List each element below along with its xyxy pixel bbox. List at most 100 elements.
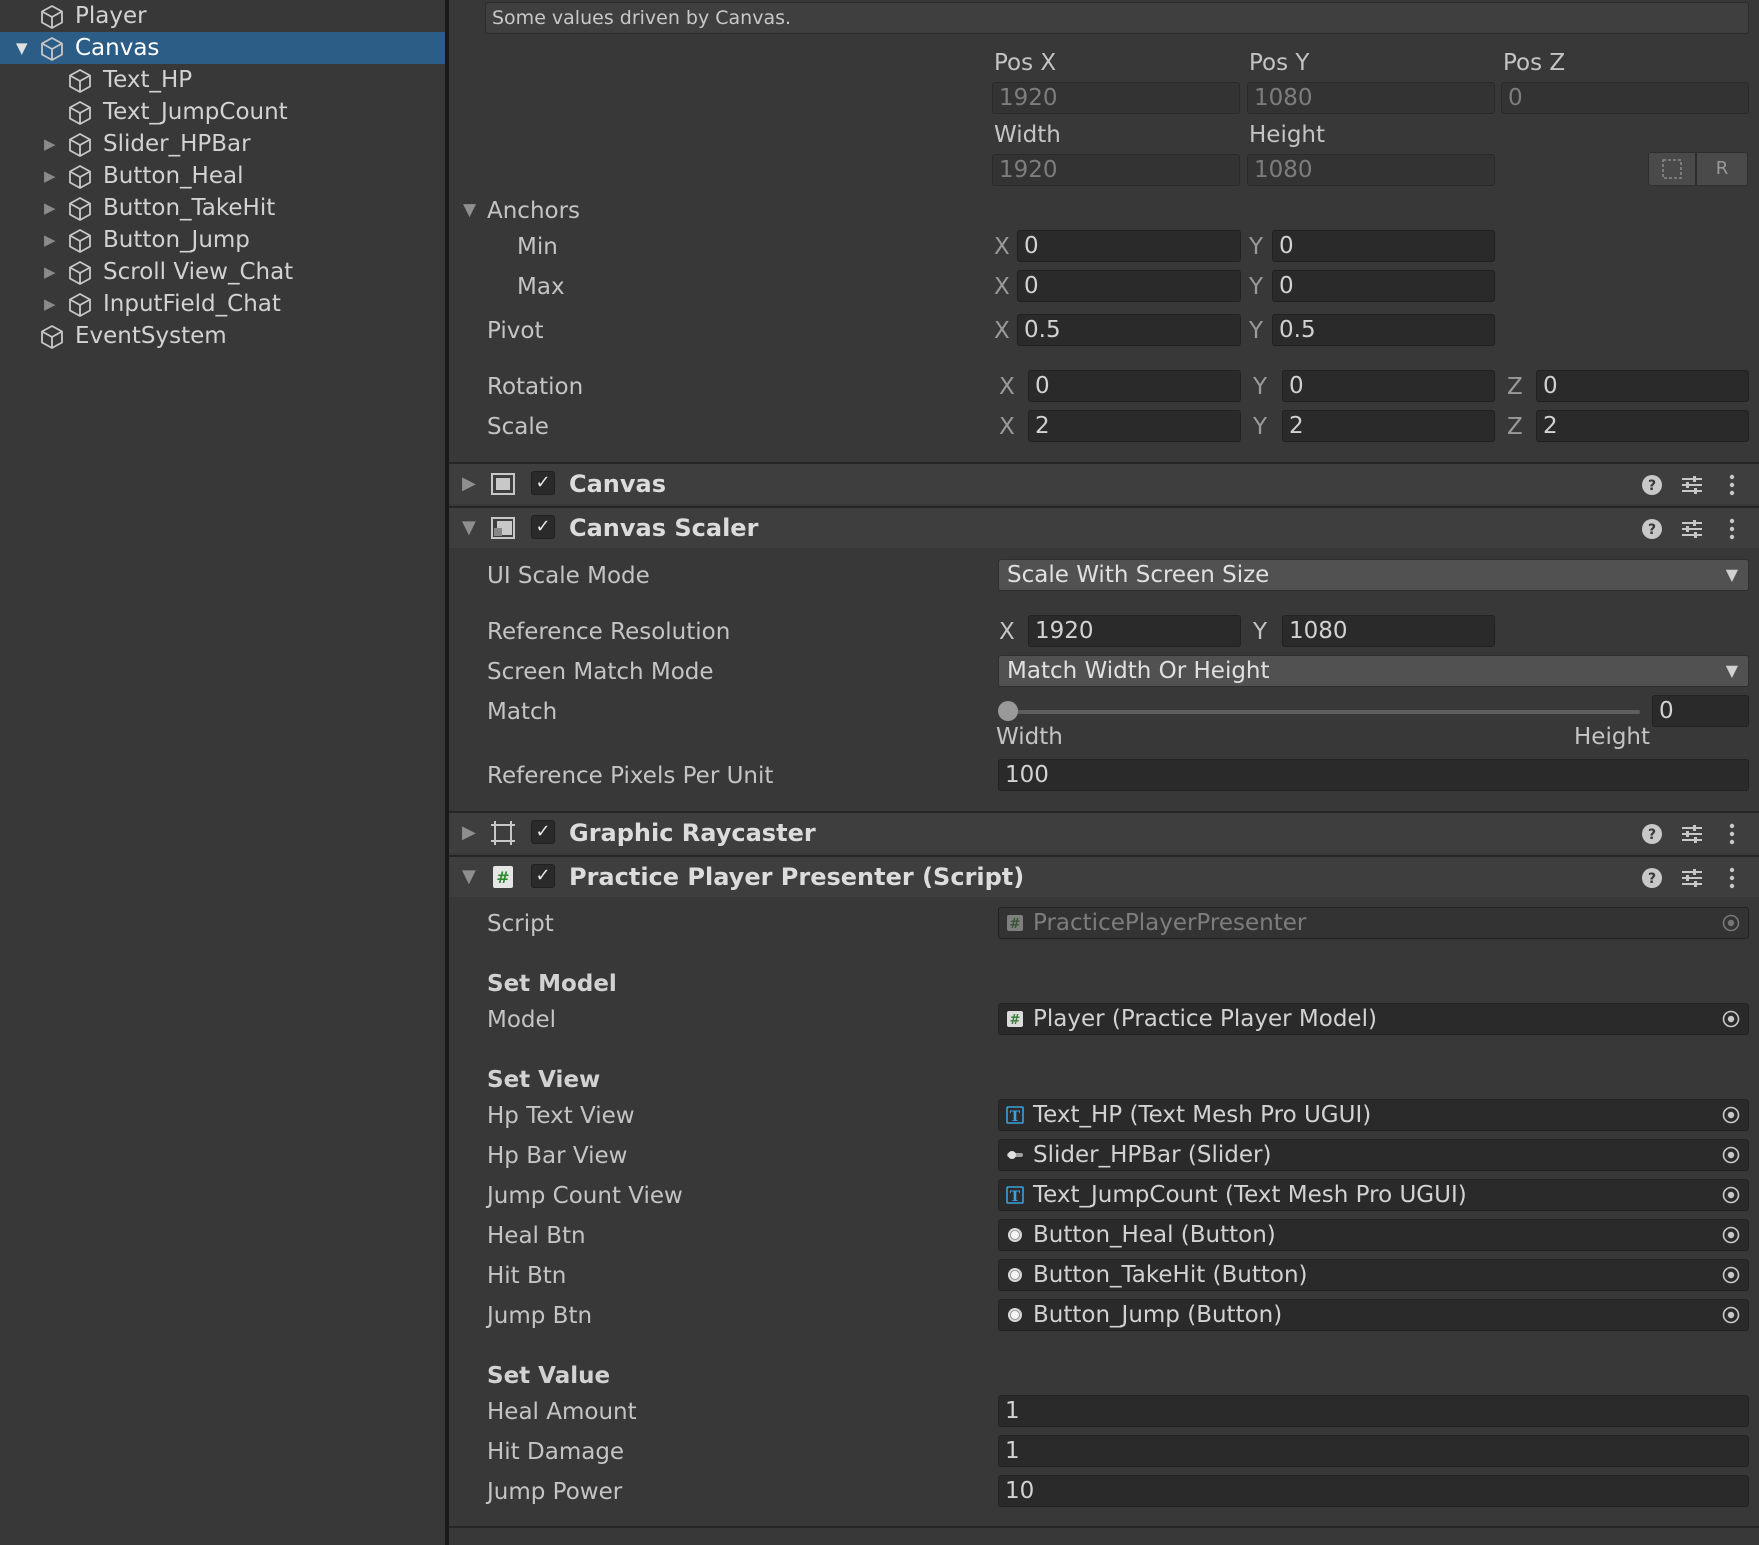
reference-ppu-label: Reference Pixels Per Unit xyxy=(487,763,774,789)
anchor-max-x-field[interactable]: 0 xyxy=(1017,270,1241,302)
jump-count-view-value: Text_JumpCount (Text Mesh Pro UGUI) xyxy=(1033,1182,1467,1208)
presets-icon[interactable] xyxy=(1679,472,1705,498)
match-slider-track[interactable] xyxy=(1008,710,1640,714)
canvas-scaler-enabled-checkbox[interactable]: ✓ xyxy=(531,515,555,539)
collapsed-arrow-icon[interactable]: ▶ xyxy=(44,166,60,186)
collapsed-arrow-icon[interactable]: ▶ xyxy=(44,230,60,250)
graphic-raycaster-header[interactable]: ▶ ✓ Graphic Raycaster xyxy=(449,811,1759,853)
object-picker-icon[interactable] xyxy=(1722,1010,1740,1028)
collapsed-arrow-icon[interactable]: ▶ xyxy=(44,262,60,282)
pivot-y-field[interactable]: 0.5 xyxy=(1272,314,1495,346)
pivot-x-axis: X xyxy=(994,318,1010,344)
match-slider-thumb[interactable] xyxy=(998,701,1018,721)
rotation-y-field[interactable]: 0 xyxy=(1282,370,1495,402)
hp-text-view-label: Hp Text View xyxy=(487,1103,635,1129)
canvas-enabled-checkbox[interactable]: ✓ xyxy=(531,471,555,495)
scale-x-field[interactable]: 2 xyxy=(1028,410,1241,442)
object-picker-icon[interactable] xyxy=(1722,1106,1740,1124)
graphic-raycaster-title: Graphic Raycaster xyxy=(569,819,816,847)
hierarchy-item[interactable]: ▶ InputField_Chat xyxy=(0,288,445,320)
context-menu-icon[interactable] xyxy=(1719,865,1745,891)
presenter-script-header[interactable]: ▼ # ✓ Practice Player Presenter (Script) xyxy=(449,855,1759,897)
help-icon[interactable] xyxy=(1639,516,1665,542)
button-component-icon xyxy=(1006,1266,1024,1284)
hierarchy-item[interactable]: Text_HP xyxy=(0,64,445,96)
collapsed-arrow-icon[interactable]: ▶ xyxy=(462,822,476,843)
help-icon[interactable] xyxy=(1639,821,1665,847)
model-field[interactable]: Player (Practice Player Model) xyxy=(998,1003,1749,1035)
pivot-x-field[interactable]: 0.5 xyxy=(1017,314,1241,346)
jump-power-field[interactable]: 10 xyxy=(998,1475,1749,1507)
presets-icon[interactable] xyxy=(1679,865,1705,891)
scale-y-field[interactable]: 2 xyxy=(1282,410,1495,442)
blueprint-mode-button[interactable] xyxy=(1648,152,1696,186)
match-value-field[interactable]: 0 xyxy=(1652,695,1749,727)
anchor-min-y-field[interactable]: 0 xyxy=(1272,230,1495,262)
object-picker-icon[interactable] xyxy=(1722,1186,1740,1204)
hit-damage-field[interactable]: 1 xyxy=(998,1435,1749,1467)
presets-icon[interactable] xyxy=(1679,821,1705,847)
heal-btn-field[interactable]: Button_Heal (Button) xyxy=(998,1219,1749,1251)
hierarchy-item[interactable]: ▼ Canvas xyxy=(0,32,445,64)
object-picker-icon[interactable] xyxy=(1722,1306,1740,1324)
hierarchy-item[interactable]: ▶ Slider_HPBar xyxy=(0,128,445,160)
gameobject-cube-icon xyxy=(66,99,94,127)
anchor-max-y-field[interactable]: 0 xyxy=(1272,270,1495,302)
presets-icon[interactable] xyxy=(1679,516,1705,542)
help-icon[interactable] xyxy=(1639,865,1665,891)
collapsed-arrow-icon[interactable]: ▶ xyxy=(462,473,476,494)
anchors-foldout-arrow[interactable]: ▼ xyxy=(463,200,476,220)
expanded-arrow-icon[interactable]: ▼ xyxy=(462,866,476,887)
collapsed-arrow-icon[interactable]: ▶ xyxy=(44,198,60,218)
hierarchy-item[interactable]: Text_JumpCount xyxy=(0,96,445,128)
raw-edit-button[interactable]: R xyxy=(1696,152,1748,186)
graphic-raycaster-enabled-checkbox[interactable]: ✓ xyxy=(531,820,555,844)
hierarchy-item[interactable]: ▶ Button_TakeHit xyxy=(0,192,445,224)
presenter-enabled-checkbox[interactable]: ✓ xyxy=(531,864,555,888)
anchors-label[interactable]: Anchors xyxy=(487,196,580,226)
hp-text-view-field[interactable]: Text_HP (Text Mesh Pro UGUI) xyxy=(998,1099,1749,1131)
hierarchy-item[interactable]: Player xyxy=(0,0,445,32)
context-menu-icon[interactable] xyxy=(1719,821,1745,847)
hit-btn-field[interactable]: Button_TakeHit (Button) xyxy=(998,1259,1749,1291)
scale-z-field[interactable]: 2 xyxy=(1536,410,1749,442)
canvas-scaler-header[interactable]: ▼ ✓ Canvas Scaler xyxy=(449,506,1759,548)
hierarchy-item[interactable]: ▶ Button_Heal xyxy=(0,160,445,192)
anchor-min-x-field[interactable]: 0 xyxy=(1017,230,1241,262)
collapsed-arrow-icon[interactable]: ▶ xyxy=(44,294,60,314)
object-picker-icon[interactable] xyxy=(1722,1226,1740,1244)
hierarchy-item-label: Scroll View_Chat xyxy=(103,259,294,285)
jump-btn-field[interactable]: Button_Jump (Button) xyxy=(998,1299,1749,1331)
hp-bar-view-field[interactable]: Slider_HPBar (Slider) xyxy=(998,1139,1749,1171)
hierarchy-item[interactable]: ▶ Button_Jump xyxy=(0,224,445,256)
object-picker-icon[interactable] xyxy=(1722,1146,1740,1164)
reference-resolution-x-field[interactable]: 1920 xyxy=(1028,615,1241,647)
context-menu-icon[interactable] xyxy=(1719,516,1745,542)
expanded-arrow-icon[interactable]: ▼ xyxy=(16,38,32,58)
help-icon[interactable] xyxy=(1639,472,1665,498)
ui-scale-mode-dropdown[interactable]: Scale With Screen Size ▼ xyxy=(998,559,1749,591)
canvas-component-header[interactable]: ▶ ✓ Canvas xyxy=(449,462,1759,504)
dropdown-arrow-icon: ▼ xyxy=(1725,565,1738,584)
reference-resolution-y-field[interactable]: 1080 xyxy=(1282,615,1495,647)
object-picker-icon[interactable] xyxy=(1722,1266,1740,1284)
rotation-z-field[interactable]: 0 xyxy=(1536,370,1749,402)
gameobject-cube-icon xyxy=(38,3,66,31)
heal-amount-field[interactable]: 1 xyxy=(998,1395,1749,1427)
reference-ppu-field[interactable]: 100 xyxy=(998,759,1749,791)
presenter-title: Practice Player Presenter (Script) xyxy=(569,863,1025,891)
hierarchy-item[interactable]: ▶ Scroll View_Chat xyxy=(0,256,445,288)
collapsed-arrow-icon[interactable]: ▶ xyxy=(44,134,60,154)
inspector-panel: Some values driven by Canvas. Pos X Pos … xyxy=(449,0,1759,1545)
expanded-arrow-icon[interactable]: ▼ xyxy=(462,517,476,538)
rotation-x-field[interactable]: 0 xyxy=(1028,370,1241,402)
jump-count-view-field[interactable]: Text_JumpCount (Text Mesh Pro UGUI) xyxy=(998,1179,1749,1211)
rot-y-axis: Y xyxy=(1253,374,1268,400)
blueprint-icon xyxy=(1662,159,1682,179)
screen-match-mode-dropdown[interactable]: Match Width Or Height ▼ xyxy=(998,655,1749,687)
graphic-raycaster-icon xyxy=(491,821,515,845)
jump-btn-value: Button_Jump (Button) xyxy=(1033,1302,1283,1328)
context-menu-icon[interactable] xyxy=(1719,472,1745,498)
reference-resolution-label: Reference Resolution xyxy=(487,619,731,645)
hierarchy-item[interactable]: EventSystem xyxy=(0,320,445,352)
